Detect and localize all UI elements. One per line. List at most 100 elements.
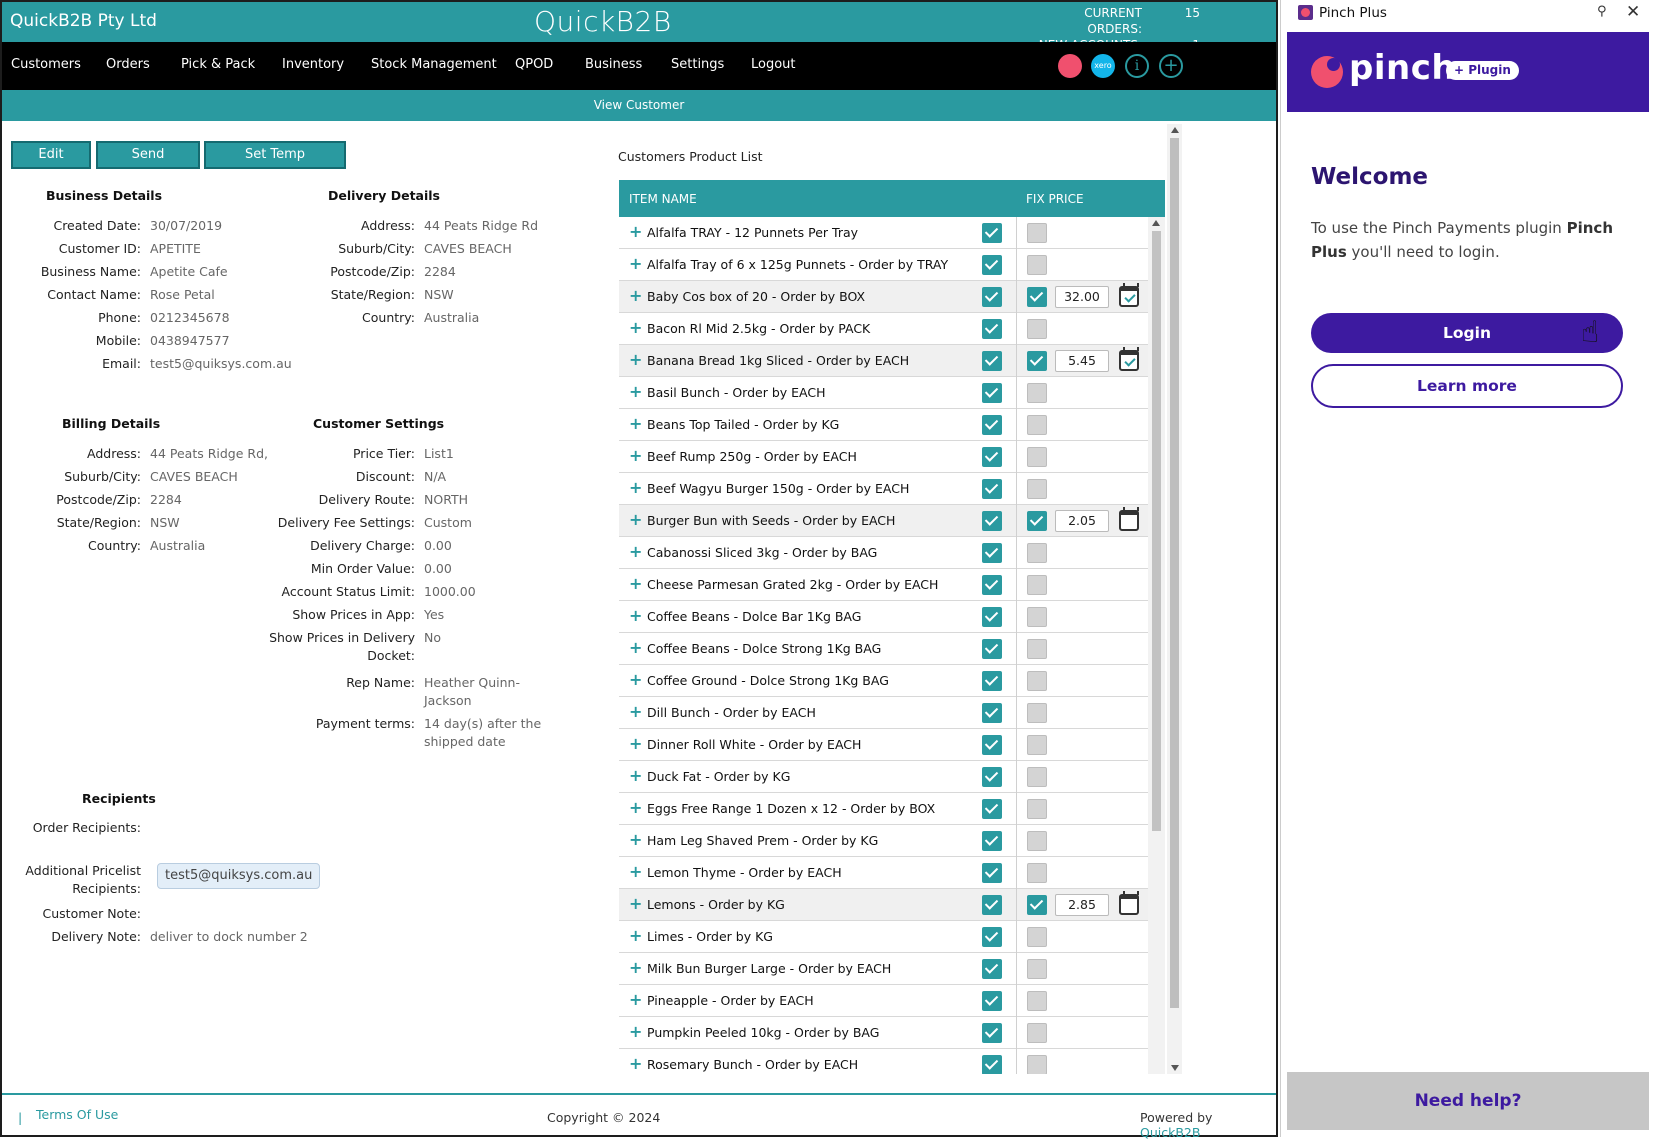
fix-price-checkbox[interactable] [1027,1023,1047,1043]
fix-price-checkbox[interactable] [1027,479,1047,499]
item-enabled-checkbox[interactable] [982,255,1002,275]
set-temp-password-button[interactable]: Set Temp Password [204,141,346,186]
fix-price-checkbox[interactable] [1027,287,1047,307]
table-row[interactable]: + Beef Wagyu Burger 150g - Order by EACH [619,473,1148,505]
fix-price-checkbox[interactable] [1027,799,1047,819]
item-enabled-checkbox[interactable] [982,415,1002,435]
table-row[interactable]: + Eggs Free Range 1 Dozen x 12 - Order by… [619,793,1148,825]
fix-price-checkbox[interactable] [1027,703,1047,723]
item-enabled-checkbox[interactable] [982,447,1002,467]
terms-of-use-link[interactable]: Terms Of Use [36,1107,118,1122]
fix-price-checkbox[interactable] [1027,959,1047,979]
scroll-up-icon[interactable] [1152,220,1160,226]
xero-icon[interactable]: xero [1091,54,1115,78]
item-enabled-checkbox[interactable] [982,927,1002,947]
expand-icon[interactable]: + [629,287,642,305]
fix-price-checkbox[interactable] [1027,543,1047,563]
table-row[interactable]: + Beef Rump 250g - Order by EACH [619,441,1148,473]
nav-stock-management[interactable]: Stock Management [371,57,497,72]
fix-price-checkbox[interactable] [1027,511,1047,531]
item-enabled-checkbox[interactable] [982,991,1002,1011]
table-row[interactable]: + Milk Bun Burger Large - Order by EACH [619,953,1148,985]
item-enabled-checkbox[interactable] [982,351,1002,371]
item-enabled-checkbox[interactable] [982,799,1002,819]
item-enabled-checkbox[interactable] [982,383,1002,403]
table-row[interactable]: + Beans Top Tailed - Order by KG [619,409,1148,441]
calendar-icon[interactable] [1119,347,1139,371]
table-row[interactable]: + Cheese Parmesan Grated 2kg - Order by E… [619,569,1148,601]
table-row[interactable]: + Lemon Thyme - Order by EACH [619,857,1148,889]
fix-price-input[interactable]: 2.85 [1055,894,1109,916]
expand-icon[interactable]: + [629,479,642,497]
table-row[interactable]: + Limes - Order by KG [619,921,1148,953]
table-row[interactable]: + Dill Bunch - Order by EACH [619,697,1148,729]
expand-icon[interactable]: + [629,319,642,337]
calendar-icon[interactable] [1119,283,1139,307]
expand-icon[interactable]: + [629,735,642,753]
item-enabled-checkbox[interactable] [982,735,1002,755]
item-enabled-checkbox[interactable] [982,479,1002,499]
table-row[interactable]: + Pumpkin Peeled 10kg - Order by BAG [619,1017,1148,1049]
expand-icon[interactable]: + [629,1023,642,1041]
table-row[interactable]: + Ham Leg Shaved Prem - Order by KG [619,825,1148,857]
table-row[interactable]: + Bacon Rl Mid 2.5kg - Order by PACK [619,313,1148,345]
expand-icon[interactable]: + [629,895,642,913]
fix-price-checkbox[interactable] [1027,863,1047,883]
calendar-icon[interactable] [1119,891,1139,915]
item-enabled-checkbox[interactable] [982,671,1002,691]
table-row[interactable]: + Basil Bunch - Order by EACH [619,377,1148,409]
col-item-name[interactable]: ITEM NAME [629,192,697,206]
fix-price-checkbox[interactable] [1027,415,1047,435]
col-fix-price[interactable]: FIX PRICE [1026,192,1084,206]
fix-price-input[interactable]: 5.45 [1055,350,1109,372]
expand-icon[interactable]: + [629,927,642,945]
nav-settings[interactable]: Settings [671,57,724,72]
scroll-down-icon[interactable] [1171,1065,1179,1071]
item-enabled-checkbox[interactable] [982,319,1002,339]
fix-price-checkbox[interactable] [1027,607,1047,627]
expand-icon[interactable]: + [629,767,642,785]
fix-price-checkbox[interactable] [1027,927,1047,947]
table-row[interactable]: + Burger Bun with Seeds - Order by EACH 2.… [619,505,1148,537]
fix-price-checkbox[interactable] [1027,1055,1047,1074]
expand-icon[interactable]: + [629,831,642,849]
item-enabled-checkbox[interactable] [982,895,1002,915]
item-enabled-checkbox[interactable] [982,1023,1002,1043]
fix-price-checkbox[interactable] [1027,575,1047,595]
fix-price-checkbox[interactable] [1027,831,1047,851]
expand-icon[interactable]: + [629,415,642,433]
expand-icon[interactable]: + [629,671,642,689]
nav-qpod[interactable]: QPOD [515,57,553,72]
expand-icon[interactable]: + [629,383,642,401]
expand-icon[interactable]: + [629,863,642,881]
table-row[interactable]: + Dinner Roll White - Order by EACH [619,729,1148,761]
expand-icon[interactable]: + [629,991,642,1009]
table-row[interactable]: + Alfalfa TRAY - 12 Punnets Per Tray [619,217,1148,249]
send-pricelist-button[interactable]: Send Pricelist [96,141,200,186]
nav-pick-pack[interactable]: Pick & Pack [181,57,255,72]
table-row[interactable]: + Lemons - Order by KG 2.85 [619,889,1148,921]
table-row[interactable]: + Pineapple - Order by EACH [619,985,1148,1017]
table-row[interactable]: + Baby Cos box of 20 - Order by BOX 32.00 [619,281,1148,313]
nav-business[interactable]: Business [585,57,642,72]
table-scroll-thumb[interactable] [1152,231,1161,831]
fix-price-checkbox[interactable] [1027,671,1047,691]
expand-icon[interactable]: + [629,575,642,593]
fix-price-checkbox[interactable] [1027,735,1047,755]
page-scrollbar[interactable] [1167,124,1182,1074]
expand-icon[interactable]: + [629,255,642,273]
fix-price-input[interactable]: 32.00 [1055,286,1109,308]
item-enabled-checkbox[interactable] [982,1055,1002,1074]
table-row[interactable]: + Rosemary Bunch - Order by EACH [619,1049,1148,1074]
add-icon[interactable]: + [1159,54,1183,78]
table-row[interactable]: + Cabanossi Sliced 3kg - Order by BAG [619,537,1148,569]
fix-price-checkbox[interactable] [1027,991,1047,1011]
quickb2b-logo[interactable]: QuickB2B [534,5,672,38]
fix-price-checkbox[interactable] [1027,767,1047,787]
item-enabled-checkbox[interactable] [982,959,1002,979]
table-row[interactable]: + Coffee Ground - Dolce Strong 1Kg BAG [619,665,1148,697]
expand-icon[interactable]: + [629,1055,642,1073]
table-scrollbar[interactable] [1148,217,1165,1074]
expand-icon[interactable]: + [629,607,642,625]
fix-price-checkbox[interactable] [1027,383,1047,403]
